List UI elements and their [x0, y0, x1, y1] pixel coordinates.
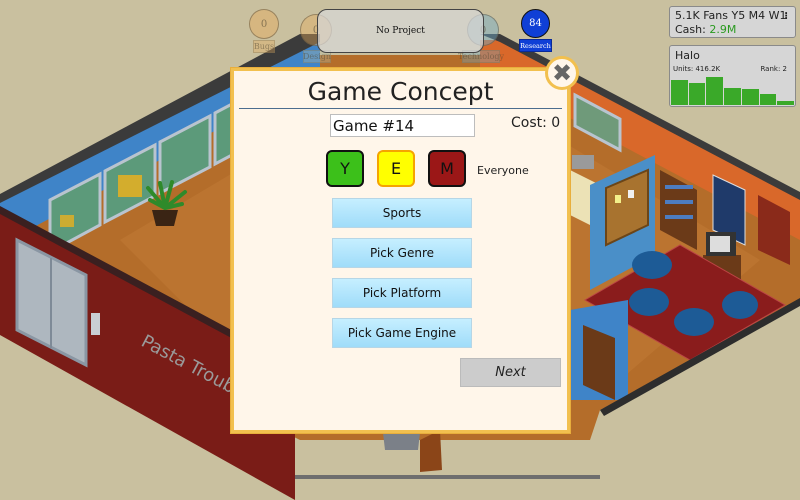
topic-button-label: Sports — [382, 206, 422, 220]
bottom-wall-edge — [295, 475, 600, 479]
dialog-title: Game Concept — [307, 77, 494, 106]
research-points-value: 84 — [529, 18, 542, 29]
research-points[interactable]: 84 — [521, 9, 550, 38]
next-button-label: Next — [495, 365, 526, 380]
bugs-value: 0 — [260, 18, 268, 30]
bugs-counter: 0 — [249, 9, 279, 39]
game-date: Y5 M4 W1 — [731, 9, 787, 22]
close-dialog-button[interactable]: ✖ — [545, 56, 579, 90]
rating-e-label: E — [390, 159, 402, 178]
research-button-label: Research — [520, 41, 551, 50]
sales-bar-3 — [706, 77, 724, 105]
sales-bar-2 — [688, 82, 706, 105]
topic-button[interactable]: Sports — [332, 198, 472, 228]
rating-young-button[interactable]: Y — [326, 150, 364, 187]
pick-genre-label: Pick Genre — [369, 246, 434, 260]
next-button[interactable]: Next — [460, 358, 561, 387]
rating-everyone-button[interactable]: E — [377, 150, 415, 187]
project-status-box[interactable]: No Project — [317, 9, 484, 53]
sales-bar-6 — [759, 93, 777, 105]
rating-m-label: M — [440, 159, 454, 178]
pick-engine-label: Pick Game Engine — [347, 326, 457, 340]
close-icon: ✖ — [551, 59, 573, 87]
selected-rating-text: Everyone — [477, 164, 529, 177]
sales-bar-1 — [671, 80, 688, 105]
cash-label: Cash: — [675, 23, 706, 36]
research-button[interactable]: Research — [519, 39, 552, 52]
pick-genre-button[interactable]: Pick Genre — [332, 238, 472, 268]
cash-row: Cash: 2.9M — [675, 23, 790, 37]
pick-engine-button[interactable]: Pick Game Engine — [332, 318, 472, 348]
sales-bar-4 — [724, 87, 741, 105]
sales-bar-7 — [777, 100, 795, 105]
title-divider — [239, 108, 562, 109]
game-name-input[interactable] — [330, 114, 475, 137]
bugs-label: Bugs — [253, 40, 275, 53]
game-sales-panel[interactable]: Halo Units: 416.2K Rank: 2 — [669, 45, 796, 107]
sales-chart — [671, 75, 795, 105]
sales-game-name: Halo — [675, 49, 700, 62]
lower-bookshelf — [570, 300, 628, 400]
technology-label-text: Technology — [457, 52, 505, 61]
fans-count: 5.1K Fans — [675, 9, 728, 22]
sales-rank: Rank: 2 — [760, 65, 787, 73]
bugs-label-text: Bugs — [253, 42, 275, 51]
more-menu-icon[interactable]: ⁝ — [784, 10, 788, 24]
game-concept-dialog: Game Concept Cost: 0 Y E M Everyone Spor… — [231, 68, 570, 433]
rating-mature-button[interactable]: M — [428, 150, 466, 187]
rating-y-label: Y — [340, 159, 350, 178]
sales-units: Units: 416.2K — [673, 65, 721, 73]
design-label-text: Design — [302, 52, 332, 61]
sales-bar-5 — [741, 89, 759, 105]
fans-date-row: 5.1K Fans Y5 M4 W1 — [675, 9, 790, 23]
cash-value: 2.9M — [709, 23, 737, 36]
project-status-text: No Project — [376, 26, 425, 36]
company-stats-panel[interactable]: 5.1K Fans Y5 M4 W1 Cash: 2.9M ⁝ — [669, 6, 796, 38]
sales-info-row: Units: 416.2K Rank: 2 — [670, 62, 795, 73]
pick-platform-button[interactable]: Pick Platform — [332, 278, 472, 308]
cost-label: Cost: 0 — [511, 115, 561, 131]
pick-platform-label: Pick Platform — [362, 286, 442, 300]
